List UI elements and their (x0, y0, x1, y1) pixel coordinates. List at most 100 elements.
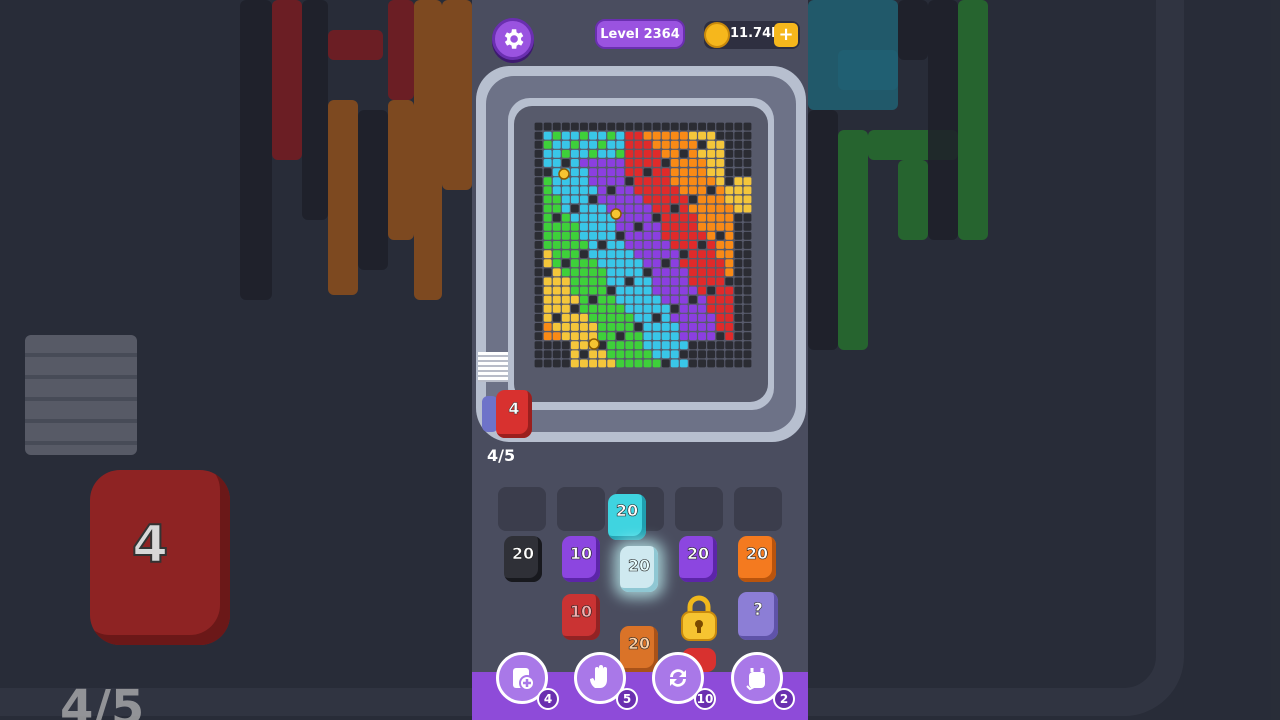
mirror-red-cup-label: 4 (131, 514, 169, 576)
maze-cell (725, 259, 734, 268)
maze-cell (580, 286, 588, 295)
maze-cell (598, 149, 607, 158)
maze-cell (561, 186, 570, 195)
maze-cell (607, 195, 616, 204)
maze-cell (652, 204, 661, 213)
maze-cell (725, 286, 734, 295)
maze-cell (652, 122, 661, 131)
maze-cell (607, 131, 616, 140)
maze-cell (561, 250, 570, 259)
maze-cell (725, 250, 734, 259)
maze-cell (707, 186, 716, 195)
maze-cell (679, 231, 688, 240)
maze-cell (743, 204, 752, 213)
maze-cell (734, 350, 743, 359)
maze-cell (670, 268, 679, 277)
cup-purple-20-label: 20 (686, 544, 710, 564)
maze-cell (679, 350, 688, 359)
maze-cell (580, 195, 588, 204)
maze-cell (716, 268, 725, 277)
maze-cell (589, 131, 597, 140)
maze-cell (634, 268, 643, 277)
maze-cell (716, 122, 725, 131)
maze-cell (598, 250, 607, 259)
maze-cell (734, 304, 743, 313)
maze-cell (661, 140, 670, 149)
maze-cell (616, 222, 625, 231)
maze-cell (734, 286, 743, 295)
maze-cell (616, 140, 625, 149)
maze-cell (552, 341, 561, 350)
maze-cell (634, 213, 643, 222)
maze-cell (561, 295, 570, 304)
maze-cell (652, 222, 661, 231)
maze-cell (598, 268, 607, 277)
maze-cell (552, 350, 561, 359)
maze-cell (743, 222, 752, 231)
maze-cell (698, 259, 706, 268)
maze-cell (625, 213, 634, 222)
maze-cell (534, 313, 543, 322)
maze-cell (643, 149, 652, 158)
maze-cell (661, 177, 670, 186)
maze-cell (679, 359, 688, 368)
maze-cell (543, 313, 552, 322)
maze-cell (689, 204, 697, 213)
maze-cell (661, 231, 670, 240)
maze-cell (661, 323, 670, 331)
maze-cell (543, 332, 552, 341)
maze-cell (670, 131, 679, 140)
maze-cell (725, 222, 734, 231)
maze-cell (634, 204, 643, 213)
maze-cell (679, 168, 688, 177)
maze-cell (679, 204, 688, 213)
maze-cell (625, 241, 634, 249)
maze-cell (716, 250, 725, 259)
maze-cell (698, 350, 706, 359)
shelf-slot-1[interactable] (498, 487, 546, 531)
maze-cell (589, 277, 597, 286)
maze-cell (725, 268, 734, 277)
maze-cell (679, 159, 688, 167)
maze-cell (652, 213, 661, 222)
maze-cell (570, 277, 579, 286)
maze-cell (670, 204, 679, 213)
maze-cell (552, 186, 561, 195)
maze-cell (580, 250, 588, 259)
cup-orange-20-label: 20 (745, 544, 769, 564)
maze-cell (580, 222, 588, 231)
maze-cell (725, 359, 734, 368)
maze-cell (670, 168, 679, 177)
maze-cell (661, 350, 670, 359)
maze-cell (561, 213, 570, 222)
maze-cell (716, 350, 725, 359)
maze-cell (670, 213, 679, 222)
shelf-slot-4[interactable] (675, 487, 723, 531)
maze-cell (534, 168, 543, 177)
maze-cell (725, 204, 734, 213)
maze-cell (716, 186, 725, 195)
maze-cell (725, 195, 734, 204)
maze-cell (616, 323, 625, 331)
buy-coins-button[interactable]: + (774, 23, 798, 47)
maze-cell (616, 332, 625, 341)
maze-cell (670, 286, 679, 295)
maze-cell (625, 177, 634, 186)
maze-cell (616, 231, 625, 240)
settings-button[interactable] (492, 18, 534, 60)
maze-cell (534, 332, 543, 341)
maze-cell (743, 286, 752, 295)
maze-cell (643, 168, 652, 177)
maze-cell (707, 359, 716, 368)
maze-cell (570, 204, 579, 213)
maze-cell (670, 341, 679, 350)
maze-cell (679, 250, 688, 259)
maze-cell (725, 313, 734, 322)
shelf-slot-2[interactable] (557, 487, 605, 531)
maze-cell (534, 159, 543, 167)
maze-cell (698, 204, 706, 213)
maze-cell (561, 341, 570, 350)
shelf-slot-5[interactable] (734, 487, 782, 531)
maze-cell (689, 304, 697, 313)
maze-cell (707, 259, 716, 268)
